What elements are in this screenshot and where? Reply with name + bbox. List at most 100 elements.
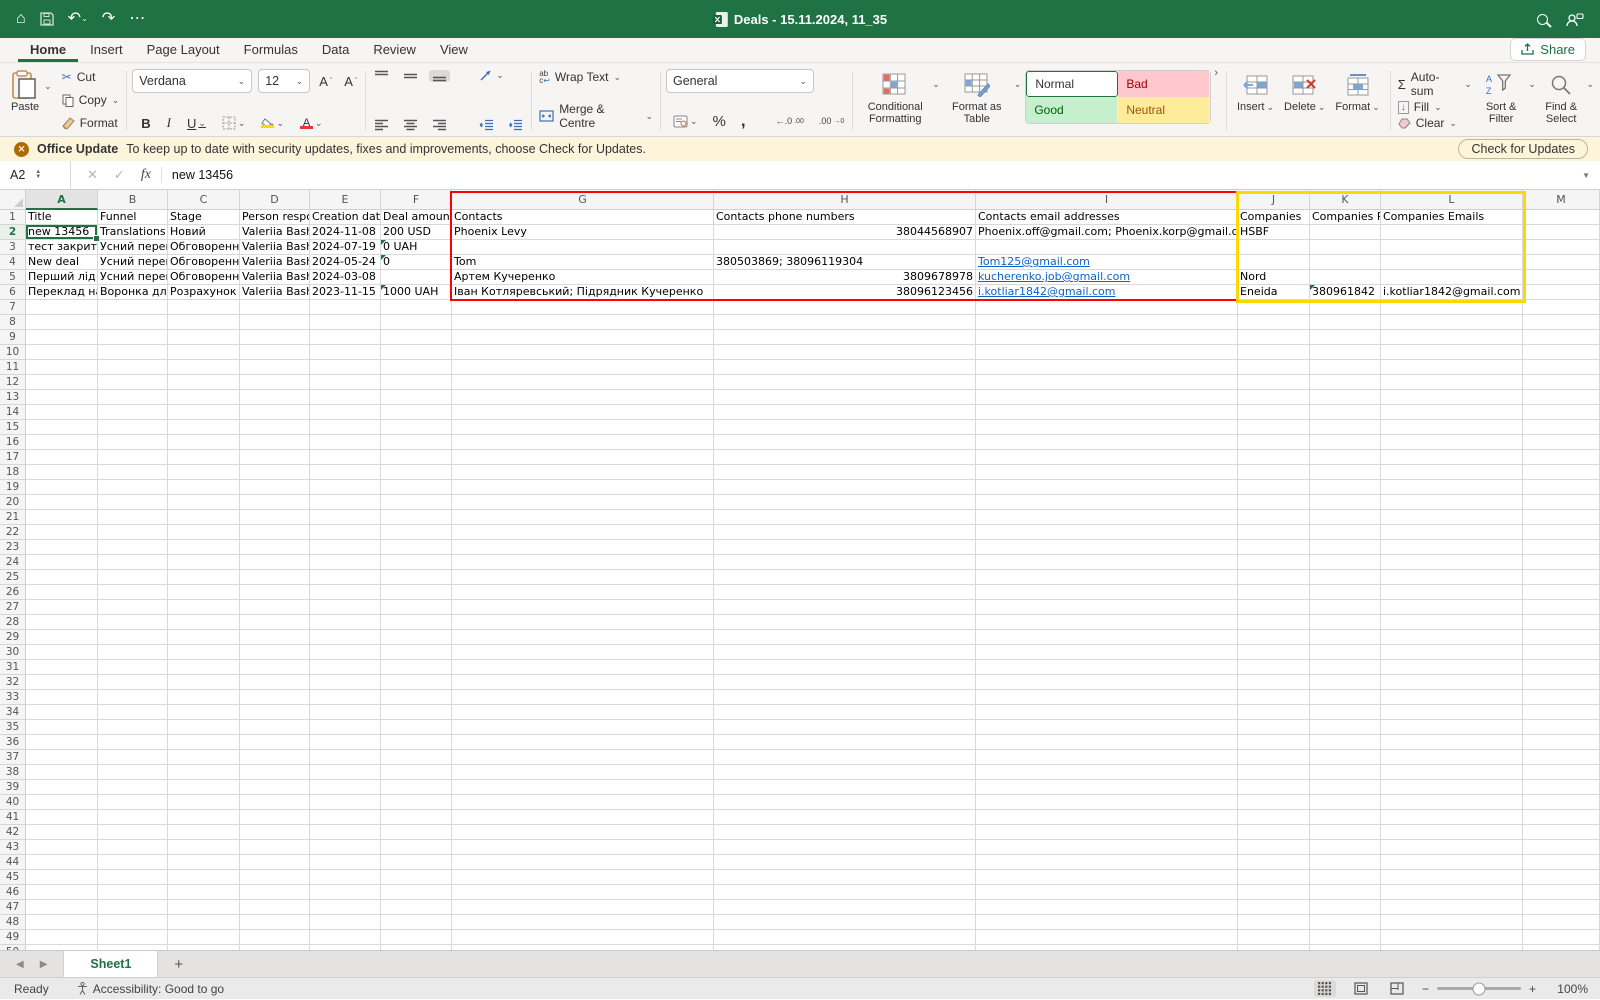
cell-D16[interactable] <box>240 435 310 450</box>
cell-K28[interactable] <box>1310 615 1381 630</box>
cell-J22[interactable] <box>1238 525 1310 540</box>
cell-C31[interactable] <box>168 660 240 675</box>
cell-I10[interactable] <box>976 345 1238 360</box>
cell-E28[interactable] <box>310 615 381 630</box>
cell-A40[interactable] <box>26 795 98 810</box>
column-header-I[interactable]: I <box>976 190 1238 210</box>
cell-M26[interactable] <box>1523 585 1600 600</box>
cell-J5[interactable]: Nord <box>1238 270 1310 285</box>
cell-H50[interactable] <box>714 945 976 950</box>
cell-E43[interactable] <box>310 840 381 855</box>
cell-F22[interactable] <box>381 525 452 540</box>
cell-I22[interactable] <box>976 525 1238 540</box>
cell-L31[interactable] <box>1381 660 1523 675</box>
cell-C46[interactable] <box>168 885 240 900</box>
cell-K14[interactable] <box>1310 405 1381 420</box>
cell-A44[interactable] <box>26 855 98 870</box>
tab-insert[interactable]: Insert <box>78 39 135 62</box>
cell-J7[interactable] <box>1238 300 1310 315</box>
cell-B8[interactable] <box>98 315 168 330</box>
cell-B48[interactable] <box>98 915 168 930</box>
cell-A5[interactable]: Перший лід <box>26 270 98 285</box>
cell-K30[interactable] <box>1310 645 1381 660</box>
cell-I26[interactable] <box>976 585 1238 600</box>
cell-C35[interactable] <box>168 720 240 735</box>
cell-H45[interactable] <box>714 870 976 885</box>
cell-K35[interactable] <box>1310 720 1381 735</box>
cell-G18[interactable] <box>452 465 714 480</box>
normal-view-icon[interactable] <box>1314 980 1336 997</box>
cell-G22[interactable] <box>452 525 714 540</box>
cell-E1[interactable]: Creation date <box>310 210 381 225</box>
cell-E40[interactable] <box>310 795 381 810</box>
cell-M12[interactable] <box>1523 375 1600 390</box>
row-header-31[interactable]: 31 <box>0 660 26 675</box>
cell-K3[interactable] <box>1310 240 1381 255</box>
cell-I47[interactable] <box>976 900 1238 915</box>
cell-H15[interactable] <box>714 420 976 435</box>
cell-L47[interactable] <box>1381 900 1523 915</box>
sort-filter-button[interactable]: AZ Sort & Filter <box>1474 67 1528 127</box>
cell-I20[interactable] <box>976 495 1238 510</box>
cell-A38[interactable] <box>26 765 98 780</box>
cell-C44[interactable] <box>168 855 240 870</box>
cell-J48[interactable] <box>1238 915 1310 930</box>
cell-G15[interactable] <box>452 420 714 435</box>
row-header-48[interactable]: 48 <box>0 915 26 930</box>
cell-H35[interactable] <box>714 720 976 735</box>
cell-C15[interactable] <box>168 420 240 435</box>
cell-C47[interactable] <box>168 900 240 915</box>
style-good[interactable]: Good <box>1026 97 1118 123</box>
cell-C28[interactable] <box>168 615 240 630</box>
row-header-15[interactable]: 15 <box>0 420 26 435</box>
cell-C16[interactable] <box>168 435 240 450</box>
row-header-39[interactable]: 39 <box>0 780 26 795</box>
cell-E5[interactable]: 2024-03-08 12:24:48 <box>310 270 381 285</box>
cell-D50[interactable] <box>240 945 310 950</box>
cell-M41[interactable] <box>1523 810 1600 825</box>
row-header-12[interactable]: 12 <box>0 375 26 390</box>
cell-H22[interactable] <box>714 525 976 540</box>
cell-K46[interactable] <box>1310 885 1381 900</box>
cell-H1[interactable]: Contacts phone numbers <box>714 210 976 225</box>
cell-E44[interactable] <box>310 855 381 870</box>
cell-C13[interactable] <box>168 390 240 405</box>
cell-M7[interactable] <box>1523 300 1600 315</box>
cell-E19[interactable] <box>310 480 381 495</box>
column-header-G[interactable]: G <box>452 190 714 210</box>
cell-C40[interactable] <box>168 795 240 810</box>
enter-icon[interactable]: ✓ <box>114 167 125 183</box>
cell-H30[interactable] <box>714 645 976 660</box>
cell-D46[interactable] <box>240 885 310 900</box>
cell-F24[interactable] <box>381 555 452 570</box>
cell-J16[interactable] <box>1238 435 1310 450</box>
cell-F31[interactable] <box>381 660 452 675</box>
cell-B12[interactable] <box>98 375 168 390</box>
cell-F17[interactable] <box>381 450 452 465</box>
cell-M27[interactable] <box>1523 600 1600 615</box>
redo-button[interactable]: ↷ <box>102 11 115 27</box>
cell-L49[interactable] <box>1381 930 1523 945</box>
cell-F30[interactable] <box>381 645 452 660</box>
row-header-32[interactable]: 32 <box>0 675 26 690</box>
cell-I12[interactable] <box>976 375 1238 390</box>
cell-L36[interactable] <box>1381 735 1523 750</box>
cell-G38[interactable] <box>452 765 714 780</box>
cell-K45[interactable] <box>1310 870 1381 885</box>
cell-J20[interactable] <box>1238 495 1310 510</box>
cell-F27[interactable] <box>381 600 452 615</box>
cell-G25[interactable] <box>452 570 714 585</box>
copy-button[interactable]: Copy⌄ <box>60 92 122 108</box>
cell-J8[interactable] <box>1238 315 1310 330</box>
cell-C24[interactable] <box>168 555 240 570</box>
cell-G23[interactable] <box>452 540 714 555</box>
cell-D48[interactable] <box>240 915 310 930</box>
format-painter-button[interactable]: Format <box>60 115 122 131</box>
cell-D2[interactable]: Valeriia Bash <box>240 225 310 240</box>
cell-H16[interactable] <box>714 435 976 450</box>
cell-A45[interactable] <box>26 870 98 885</box>
cell-C50[interactable] <box>168 945 240 950</box>
cell-K13[interactable] <box>1310 390 1381 405</box>
cell-L30[interactable] <box>1381 645 1523 660</box>
cell-C3[interactable]: Обговорення <box>168 240 240 255</box>
